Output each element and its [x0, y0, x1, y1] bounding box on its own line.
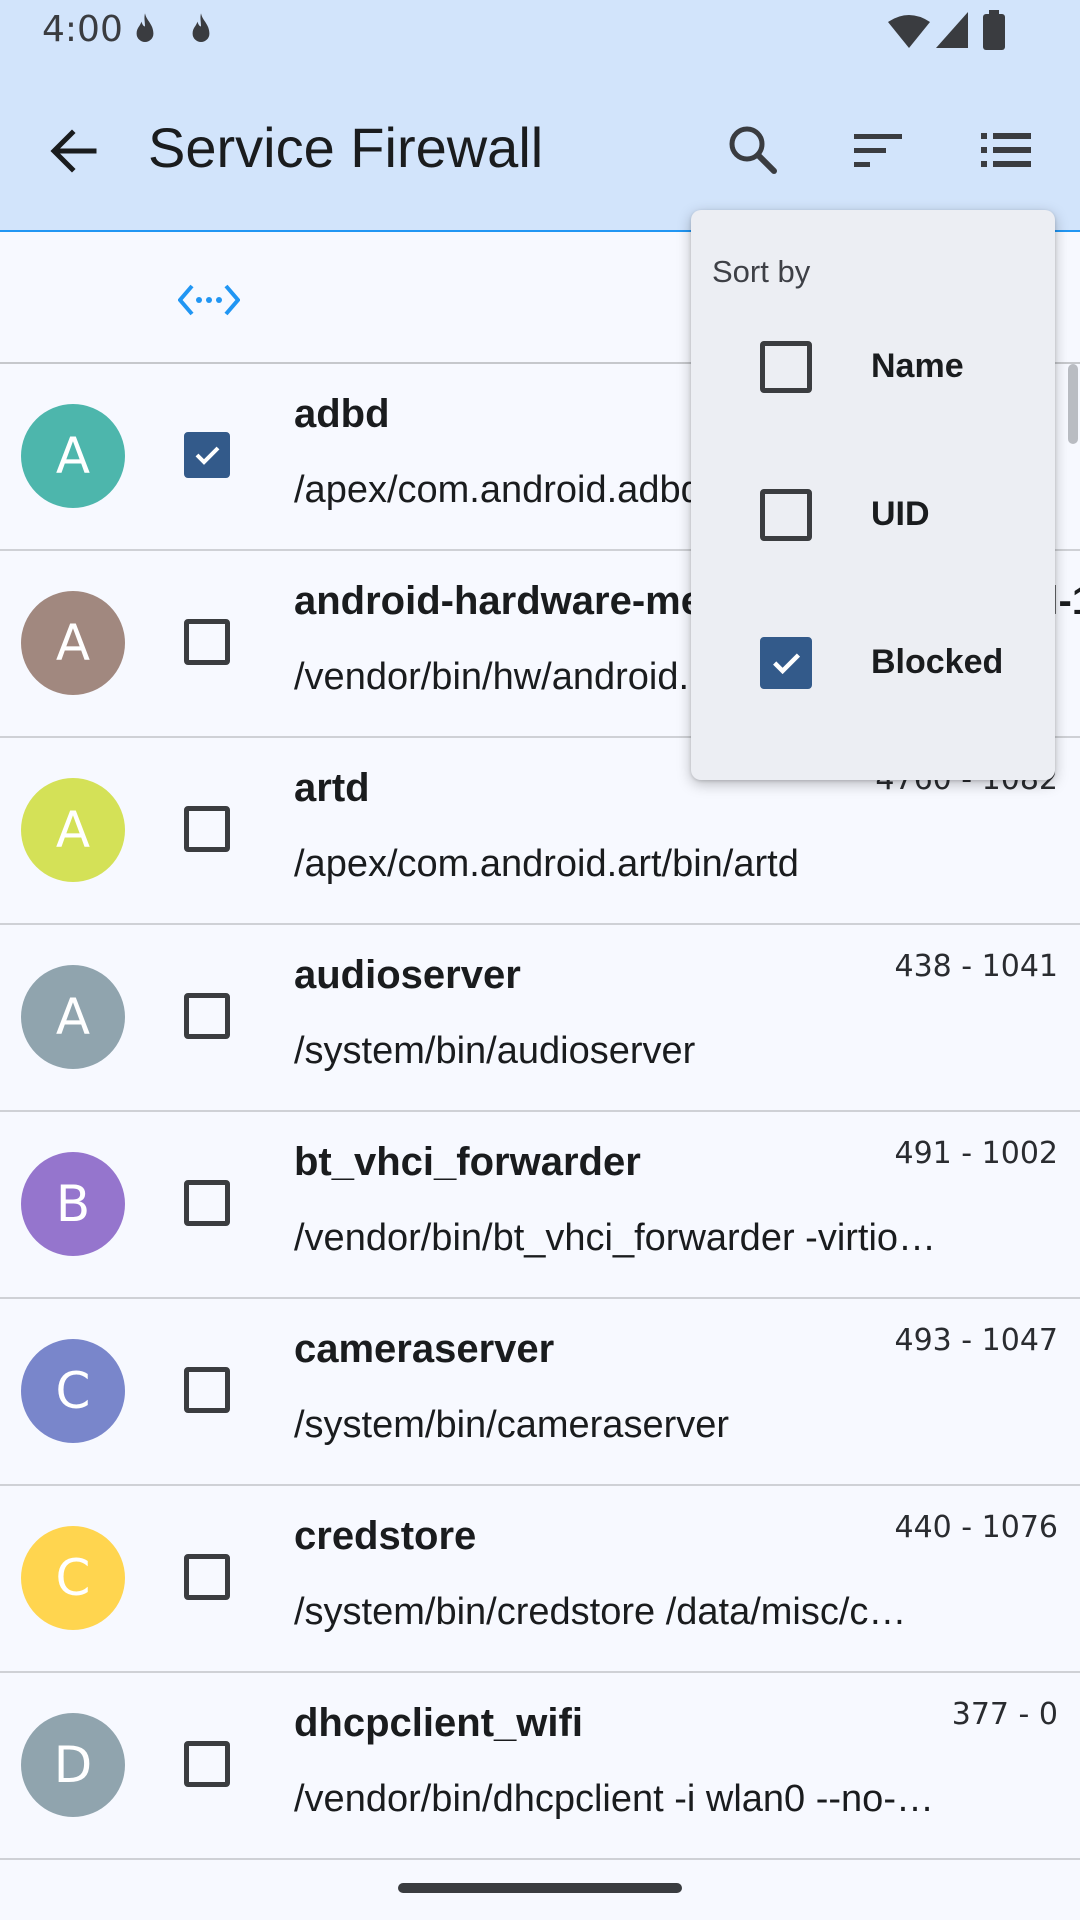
avatar: A: [21, 404, 125, 508]
service-row[interactable]: Bbt_vhci_forwarder/vendor/bin/bt_vhci_fo…: [0, 1112, 1080, 1299]
search-icon[interactable]: [720, 117, 786, 183]
avatar: C: [21, 1339, 125, 1443]
cellular-signal-icon: [936, 12, 968, 48]
sort-option-label: UID: [871, 495, 930, 533]
block-checkbox[interactable]: [184, 1554, 230, 1600]
service-row[interactable]: Aaudioserver/system/bin/audioserver 438 -…: [0, 925, 1080, 1112]
service-name: audioserver: [294, 953, 521, 997]
service-uid: 493 - 1047: [894, 1323, 1058, 1358]
service-uid: 491 - 1002: [894, 1136, 1058, 1171]
battery-icon: [983, 10, 1005, 50]
list-icon[interactable]: [973, 117, 1039, 183]
sort-option-blocked[interactable]: Blocked: [691, 601, 1055, 721]
app-bar: Service Firewall: [0, 65, 1080, 232]
wifi-icon: [888, 15, 930, 48]
service-uid: 438 - 1041: [894, 949, 1058, 984]
service-path: /vendor/bin/dhcpclient -i wlan0 --no-…: [294, 1778, 934, 1820]
block-checkbox[interactable]: [184, 1180, 230, 1226]
sort-menu-header: Sort by: [712, 254, 811, 289]
sort-option-name[interactable]: Name: [691, 305, 1055, 425]
sort-menu: Sort by Name UID Blocked: [691, 210, 1055, 780]
home-indicator[interactable]: [398, 1883, 682, 1893]
service-name: artd: [294, 766, 370, 810]
service-name: bt_vhci_forwarder: [294, 1140, 641, 1184]
avatar: A: [21, 965, 125, 1069]
block-checkbox[interactable]: [184, 1741, 230, 1787]
sort-option-uid[interactable]: UID: [691, 453, 1055, 573]
sort-option-checkbox[interactable]: [760, 489, 812, 541]
block-checkbox[interactable]: [184, 806, 230, 852]
service-path: /apex/com.android.art/bin/artd: [294, 843, 799, 885]
block-checkbox[interactable]: [184, 993, 230, 1039]
sort-icon[interactable]: [846, 117, 912, 183]
sort-option-label: Name: [871, 347, 964, 385]
sort-option-label: Blocked: [871, 643, 1004, 681]
service-uid: 377 - 0: [951, 1697, 1058, 1732]
service-row[interactable]: Ddhcpclient_wifi/vendor/bin/dhcpclient -…: [0, 1673, 1080, 1860]
block-checkbox[interactable]: [184, 1367, 230, 1413]
service-path: /system/bin/audioserver: [294, 1030, 696, 1072]
service-name: cameraserver: [294, 1327, 555, 1371]
block-checkbox[interactable]: [184, 619, 230, 665]
status-time: 4:00: [42, 9, 123, 50]
swap-horizontal-icon[interactable]: [178, 280, 240, 320]
service-uid: 440 - 1076: [894, 1510, 1058, 1545]
service-name: dhcpclient_wifi: [294, 1701, 583, 1745]
service-row[interactable]: Ccredstore/system/bin/credstore /data/mi…: [0, 1486, 1080, 1673]
arrow-back-icon[interactable]: [44, 121, 104, 181]
status-bar: 4:00: [0, 0, 1080, 65]
service-path: /system/bin/credstore /data/misc/c…: [294, 1591, 907, 1633]
avatar: A: [21, 778, 125, 882]
scrollbar-thumb[interactable]: [1068, 364, 1078, 444]
avatar: A: [21, 591, 125, 695]
sort-option-checkbox[interactable]: [760, 637, 812, 689]
service-path: /vendor/bin/bt_vhci_forwarder -virtio…: [294, 1217, 937, 1259]
avatar: D: [21, 1713, 125, 1817]
service-path: /system/bin/cameraserver: [294, 1404, 730, 1446]
block-checkbox[interactable]: [184, 432, 230, 478]
avatar: C: [21, 1526, 125, 1630]
sort-option-checkbox[interactable]: [760, 341, 812, 393]
service-row[interactable]: Ccameraserver/system/bin/cameraserver 493…: [0, 1299, 1080, 1486]
service-name: credstore: [294, 1514, 477, 1558]
avatar: B: [21, 1152, 125, 1256]
page-title: Service Firewall: [148, 116, 544, 179]
flame-icon: [192, 13, 210, 42]
flame-icon: [136, 13, 154, 42]
service-name: adbd: [294, 392, 390, 436]
